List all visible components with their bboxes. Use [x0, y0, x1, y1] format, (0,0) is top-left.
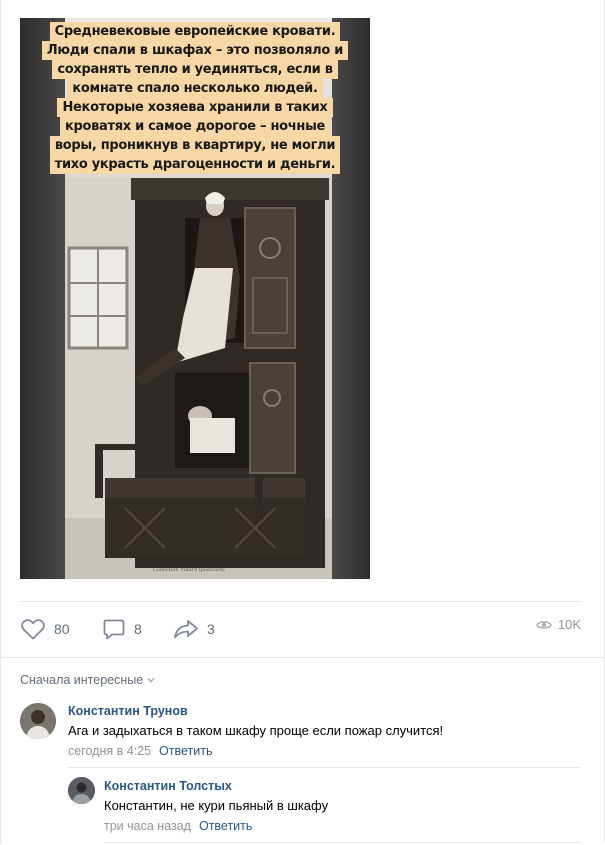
comment-author[interactable]: Константин Толстых: [104, 779, 232, 793]
avatar[interactable]: [20, 703, 56, 739]
divider: [20, 601, 581, 602]
caption-line: Средневековые европейские кровати.: [49, 22, 341, 41]
comment-meta: сегодня в 4:25 Ответить: [68, 744, 212, 758]
post-actions: 80 8 3 10K: [20, 617, 585, 643]
chevron-down-icon: [147, 678, 155, 683]
caption-line: Некоторые хозяева хранили в таких: [57, 98, 333, 117]
caption-line: кроватях и самое дорогое – ночные: [59, 117, 331, 136]
divider: [68, 767, 581, 768]
like-button[interactable]: 80: [20, 617, 70, 641]
avatar[interactable]: [68, 777, 95, 804]
share-arrow-icon: [174, 620, 198, 639]
caption-line: Люди спали в шкафах – это позволяло и: [41, 41, 349, 60]
comment-meta: три часа назад Ответить: [104, 819, 252, 833]
caption-line: тихо украсть драгоценности и деньги.: [49, 155, 341, 174]
sort-label: Сначала интересные: [20, 673, 144, 687]
avatar-image: [20, 703, 56, 739]
share-count: 3: [207, 621, 215, 637]
heart-icon: [21, 619, 45, 640]
comment-text: Константин, не кури пьяный в шкафу: [104, 798, 329, 813]
comment-date[interactable]: три часа назад: [104, 819, 191, 833]
views-counter: 10K: [536, 617, 581, 632]
caption-line: комнате спало несколько людей.: [67, 79, 323, 98]
views-count: 10K: [557, 617, 581, 632]
comments-sort-dropdown[interactable]: Сначала интересные: [20, 673, 156, 687]
divider: [104, 842, 581, 843]
divider: [0, 657, 605, 658]
comment-date[interactable]: сегодня в 4:25: [68, 744, 151, 758]
photo-postcard-label: Collection Villard (postcard): [153, 567, 225, 573]
avatar-image: [68, 777, 95, 804]
like-count: 80: [54, 621, 70, 637]
comment-author[interactable]: Константин Трунов: [68, 704, 188, 718]
post-image[interactable]: Collection Villard (postcard) Средневеко…: [20, 18, 370, 579]
caption-line: воры, проникнув в квартиру, не могли: [49, 136, 341, 155]
eye-icon: [536, 620, 552, 629]
reply-button[interactable]: Ответить: [159, 744, 212, 758]
comment-count: 8: [134, 621, 142, 637]
reply-button[interactable]: Ответить: [199, 819, 252, 833]
comment-icon: [103, 619, 125, 640]
caption-line: сохранять тепло и уединяться, если в: [52, 60, 338, 79]
comment-text: Ага и задыхаться в таком шкафу проще есл…: [68, 723, 444, 738]
image-caption: Средневековые европейские кровати. Люди …: [20, 22, 370, 174]
share-button[interactable]: 3: [173, 617, 215, 641]
comment-button[interactable]: 8: [102, 617, 142, 641]
